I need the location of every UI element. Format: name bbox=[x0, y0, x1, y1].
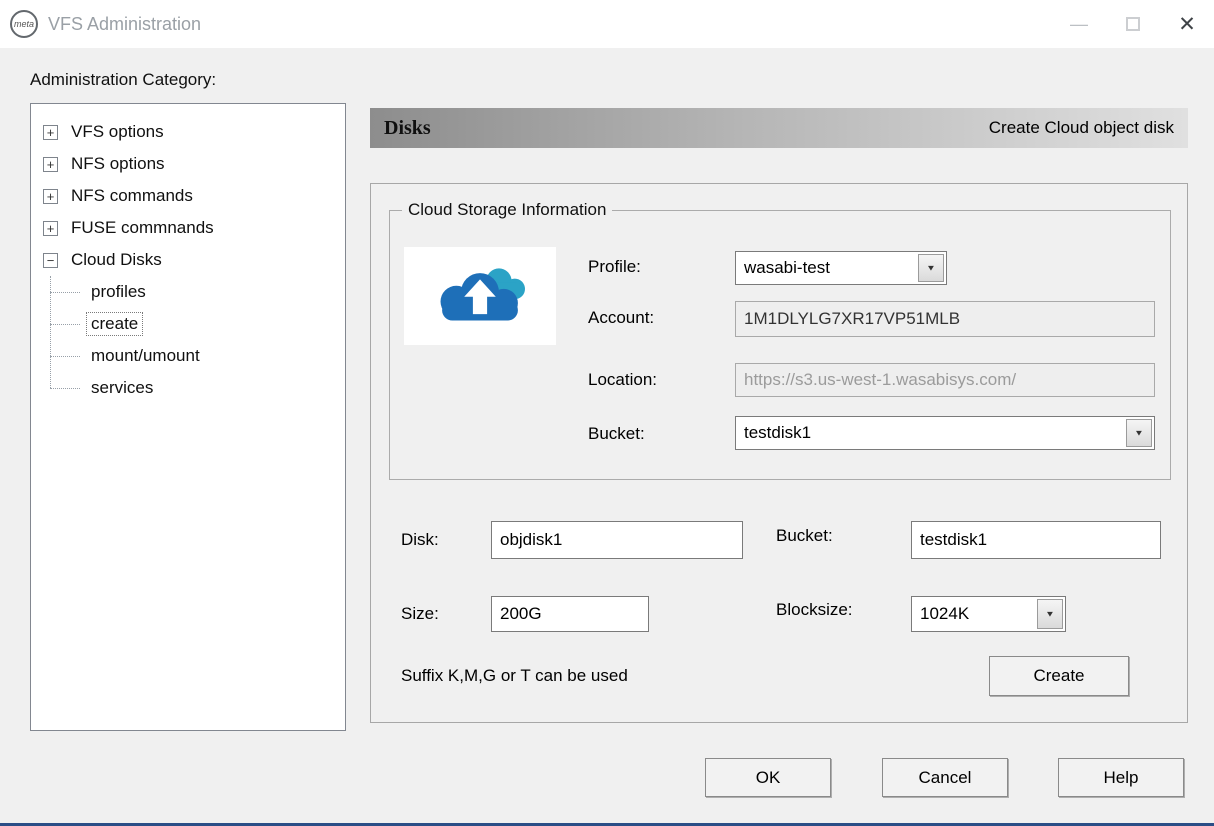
tree-item-label: NFS options bbox=[67, 153, 169, 175]
profile-combobox-value: wasabi-test bbox=[736, 258, 916, 278]
tree-item-label: profiles bbox=[87, 281, 150, 303]
cancel-button[interactable]: Cancel bbox=[882, 758, 1008, 797]
disk-input[interactable] bbox=[491, 521, 743, 559]
window-titlebar: meta VFS Administration — ✕ bbox=[0, 0, 1214, 48]
disk-label: Disk: bbox=[401, 530, 439, 550]
tree-item-label: VFS options bbox=[67, 121, 168, 143]
location-label: Location: bbox=[588, 370, 657, 390]
size-label: Size: bbox=[401, 604, 439, 624]
expand-plus-icon[interactable]: + bbox=[43, 125, 58, 140]
window-controls: — ✕ bbox=[1052, 0, 1214, 48]
create-button[interactable]: Create bbox=[989, 656, 1129, 696]
expand-plus-icon[interactable]: + bbox=[43, 189, 58, 204]
sidebar-label: Administration Category: bbox=[30, 70, 216, 90]
expand-plus-icon[interactable]: + bbox=[43, 157, 58, 172]
bucket-combobox[interactable]: testdisk1 ▼ bbox=[735, 416, 1155, 450]
expand-plus-icon[interactable]: + bbox=[43, 221, 58, 236]
account-label: Account: bbox=[588, 308, 654, 328]
cloud-disks-children: profiles create mount/umount services bbox=[43, 276, 345, 404]
tree-item-vfs-options[interactable]: + VFS options bbox=[43, 116, 345, 148]
minimize-button[interactable]: — bbox=[1052, 0, 1106, 48]
admin-category-tree: + VFS options + NFS options + NFS comman… bbox=[30, 103, 346, 731]
tree-item-label: services bbox=[87, 377, 157, 399]
tree-item-profiles[interactable]: profiles bbox=[43, 276, 345, 308]
blocksize-combobox[interactable]: 1024K ▼ bbox=[911, 596, 1066, 632]
dropdown-arrow-icon[interactable]: ▼ bbox=[1037, 599, 1063, 629]
collapse-minus-icon[interactable]: − bbox=[43, 253, 58, 268]
maximize-button[interactable] bbox=[1106, 0, 1160, 48]
panel-content: Cloud Storage Information bbox=[370, 183, 1188, 723]
minimize-icon: — bbox=[1070, 14, 1088, 35]
group-legend: Cloud Storage Information bbox=[402, 200, 612, 220]
tree-item-label: mount/umount bbox=[87, 345, 204, 367]
blocksize-combobox-value: 1024K bbox=[912, 604, 1035, 624]
tree-item-fuse-commands[interactable]: + FUSE commnands bbox=[43, 212, 345, 244]
profile-label: Profile: bbox=[588, 257, 641, 277]
maximize-icon bbox=[1126, 17, 1140, 31]
app-logo-icon: meta bbox=[10, 10, 38, 38]
window-title: VFS Administration bbox=[48, 14, 201, 35]
bucket-combobox-value: testdisk1 bbox=[736, 423, 1124, 443]
help-button[interactable]: Help bbox=[1058, 758, 1184, 797]
cloud-upload-icon bbox=[404, 247, 556, 345]
dropdown-arrow-icon[interactable]: ▼ bbox=[918, 254, 944, 282]
tree-item-label: Cloud Disks bbox=[67, 249, 166, 271]
close-icon: ✕ bbox=[1178, 12, 1196, 37]
tree-item-mount-umount[interactable]: mount/umount bbox=[43, 340, 345, 372]
suffix-hint: Suffix K,M,G or T can be used bbox=[401, 666, 628, 686]
tree-item-create[interactable]: create bbox=[43, 308, 345, 340]
tree-item-cloud-disks[interactable]: − Cloud Disks bbox=[43, 244, 345, 276]
bucket-label: Bucket: bbox=[776, 526, 833, 546]
bucket-source-label: Bucket: bbox=[588, 424, 645, 444]
tree-item-nfs-commands[interactable]: + NFS commands bbox=[43, 180, 345, 212]
dropdown-arrow-icon[interactable]: ▼ bbox=[1126, 419, 1152, 447]
panel-title: Disks bbox=[384, 117, 431, 140]
tree-item-label: create bbox=[87, 313, 142, 335]
profile-combobox[interactable]: wasabi-test ▼ bbox=[735, 251, 947, 285]
tree-item-services[interactable]: services bbox=[43, 372, 345, 404]
account-field bbox=[735, 301, 1155, 337]
location-field bbox=[735, 363, 1155, 397]
close-button[interactable]: ✕ bbox=[1160, 0, 1214, 48]
size-input[interactable] bbox=[491, 596, 649, 632]
cloud-storage-group: Cloud Storage Information bbox=[389, 210, 1171, 480]
dialog-body: Administration Category: + VFS options +… bbox=[0, 48, 1214, 826]
tree-item-nfs-options[interactable]: + NFS options bbox=[43, 148, 345, 180]
tree-item-label: NFS commands bbox=[67, 185, 197, 207]
tree-item-label: FUSE commnands bbox=[67, 217, 218, 239]
panel-header: Disks Create Cloud object disk bbox=[370, 108, 1188, 148]
blocksize-label: Blocksize: bbox=[776, 600, 853, 620]
bucket-input[interactable] bbox=[911, 521, 1161, 559]
ok-button[interactable]: OK bbox=[705, 758, 831, 797]
panel-action-label: Create Cloud object disk bbox=[989, 118, 1174, 138]
